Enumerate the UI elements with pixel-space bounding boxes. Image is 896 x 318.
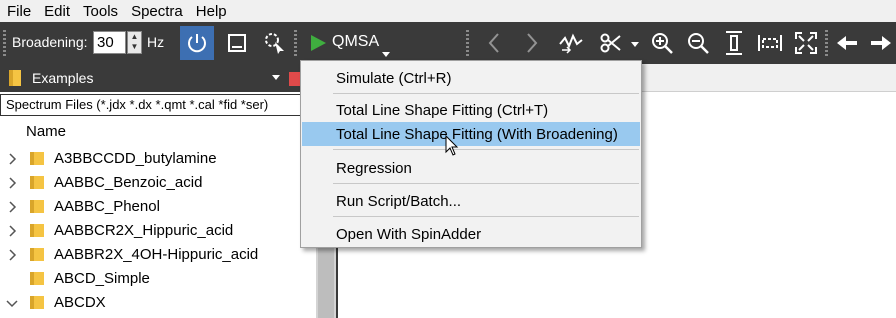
menu-tools[interactable]: Tools xyxy=(76,3,124,20)
fit-width-icon xyxy=(758,35,782,51)
tree-row[interactable]: AABBC_Phenol xyxy=(0,195,320,219)
folder-icon xyxy=(9,70,21,86)
tree-item-label: A3BBCCDD_butylamine xyxy=(54,150,217,167)
menu-separator xyxy=(333,149,639,150)
examples-label: Examples xyxy=(32,70,94,86)
qmsa-menu: Simulate (Ctrl+R) Total Line Shape Fitti… xyxy=(300,60,642,248)
tree-row[interactable]: AABBCR2X_Hippuric_acid xyxy=(0,219,320,243)
chevron-right-icon[interactable] xyxy=(4,171,20,195)
fit-height-button[interactable] xyxy=(717,26,751,60)
toolbar-grip[interactable] xyxy=(3,30,6,56)
back-button[interactable] xyxy=(478,26,512,60)
folder-icon xyxy=(30,296,44,309)
tree-row[interactable]: AABBR2X_4OH-Hippuric_acid xyxy=(0,243,320,267)
folder-icon xyxy=(30,248,44,261)
tree-row[interactable]: ABCD_Simple xyxy=(0,267,320,291)
next-button[interactable] xyxy=(864,26,896,60)
tree-item-label: AABBC_Benzoic_acid xyxy=(54,174,203,191)
name-column-header[interactable]: Name xyxy=(26,123,66,140)
chevron-right-icon[interactable] xyxy=(4,219,20,243)
chevron-down-icon[interactable] xyxy=(4,291,20,315)
window-icon xyxy=(228,34,246,52)
tree-row[interactable]: ABCDX xyxy=(0,291,320,315)
forward-button[interactable] xyxy=(514,26,548,60)
menu-item-simulate[interactable]: Simulate (Ctrl+R) xyxy=(302,66,640,90)
menu-item-total-line-shape-fitting-broadening[interactable]: Total Line Shape Fitting (With Broadenin… xyxy=(302,122,640,146)
delete-icon[interactable] xyxy=(289,70,300,86)
menu-separator xyxy=(333,216,639,217)
power-icon xyxy=(188,34,206,53)
tree-item-label: AABBR2X_4OH-Hippuric_acid xyxy=(54,246,259,263)
menu-file[interactable]: File xyxy=(0,3,37,20)
fit-width-button[interactable] xyxy=(753,26,787,60)
file-filter-select[interactable]: Spectrum Files (*.jdx *.dx *.qmt *.cal *… xyxy=(0,94,310,116)
scissors-icon xyxy=(600,33,621,53)
fullscreen-icon xyxy=(795,32,817,54)
menu-item-run-script-batch[interactable]: Run Script/Batch... xyxy=(302,189,640,213)
folder-icon xyxy=(30,224,44,237)
cut-dropdown-arrow-icon[interactable] xyxy=(631,42,639,47)
zoom-out-button[interactable] xyxy=(681,26,715,60)
menu-edit[interactable]: Edit xyxy=(37,3,76,20)
menu-item-total-line-shape-fitting[interactable]: Total Line Shape Fitting (Ctrl+T) xyxy=(302,98,640,122)
folder-icon xyxy=(30,272,44,285)
previous-button[interactable] xyxy=(830,26,864,60)
zoom-in-button[interactable] xyxy=(645,26,679,60)
zoom-out-icon xyxy=(688,33,709,54)
broadening-unit: Hz xyxy=(147,34,165,50)
menu-item-regression[interactable]: Regression xyxy=(302,156,640,180)
chevron-right-icon[interactable] xyxy=(4,195,20,219)
tree-item-label: ABCD_Simple xyxy=(54,270,150,287)
fullscreen-button[interactable] xyxy=(789,26,823,60)
folder-icon xyxy=(30,152,44,165)
select-button[interactable] xyxy=(258,26,292,60)
cut-button[interactable] xyxy=(594,26,628,60)
qmsa-label: QMSA xyxy=(332,33,380,50)
menu-separator xyxy=(333,93,639,94)
left-arrow-icon xyxy=(837,36,857,50)
mouse-cursor-icon xyxy=(445,135,459,156)
menu-help[interactable]: Help xyxy=(189,3,233,20)
toolbar-separator xyxy=(466,30,469,56)
menu-separator xyxy=(333,183,639,184)
fit-height-icon xyxy=(726,31,742,55)
menu-spectra[interactable]: Spectra xyxy=(124,3,189,20)
tree-item-label: AABBCR2X_Hippuric_acid xyxy=(54,222,234,239)
toolbar: Broadening: 30 ▲ ▼ Hz QMSA xyxy=(0,22,896,64)
folder-icon xyxy=(30,176,44,189)
toolbar-separator xyxy=(825,30,828,56)
tree-item-label: ABCDX xyxy=(54,294,106,311)
play-icon xyxy=(311,35,326,51)
forward-arrow-icon xyxy=(527,33,538,53)
magic-cursor-icon xyxy=(265,33,284,54)
chevron-right-icon[interactable] xyxy=(4,147,20,171)
examples-bar[interactable]: Examples xyxy=(0,64,300,92)
broadening-label: Broadening: xyxy=(12,34,88,50)
right-arrow-icon xyxy=(871,36,891,50)
back-arrow-icon xyxy=(488,33,499,53)
folder-icon xyxy=(30,200,44,213)
broadening-stepper[interactable]: ▲ ▼ xyxy=(127,31,142,54)
menu-item-open-with-spinadder[interactable]: Open With SpinAdder xyxy=(302,222,640,246)
dropdown-arrow-icon xyxy=(382,52,390,57)
chevron-right-icon[interactable] xyxy=(4,243,20,267)
tree-row[interactable]: A3BBCCDD_butylamine xyxy=(0,147,320,171)
zoom-in-icon xyxy=(652,33,673,54)
toolbar-separator xyxy=(294,30,297,56)
spectrum-transform-icon xyxy=(559,33,583,54)
power-button[interactable] xyxy=(180,26,214,60)
menu-bar: File Edit Tools Spectra Help xyxy=(0,0,896,22)
dropdown-arrow-icon[interactable] xyxy=(272,75,280,80)
window-button[interactable] xyxy=(220,26,254,60)
tree-item-label: AABBC_Phenol xyxy=(54,198,160,215)
tree-row[interactable]: AABBC_Benzoic_acid xyxy=(0,171,320,195)
spectrum-transform-button[interactable] xyxy=(554,26,588,60)
broadening-input[interactable]: 30 xyxy=(93,31,126,54)
